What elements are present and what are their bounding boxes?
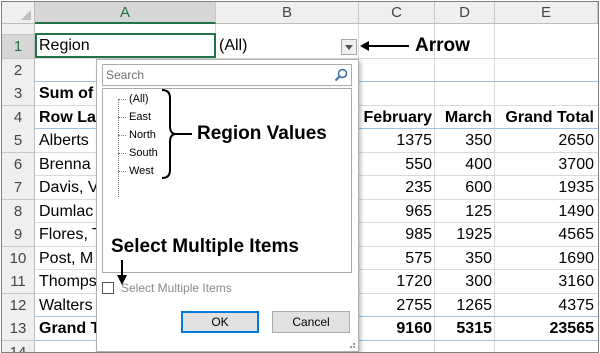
annotation-overlay [117, 41, 409, 285]
region-values-bracket [161, 89, 177, 179]
arrow-head-icon [360, 41, 369, 51]
annotation-region-values: Region Values [197, 123, 327, 144]
spreadsheet-window: A B C D E 1 2 3 4 5 6 7 8 9 10 11 12 13 … [1, 1, 599, 353]
annotation-select-multiple: Select Multiple Items [111, 236, 299, 257]
select-multiple-arrow-head-icon [117, 275, 127, 285]
annotation-arrow: Arrow [415, 35, 470, 56]
